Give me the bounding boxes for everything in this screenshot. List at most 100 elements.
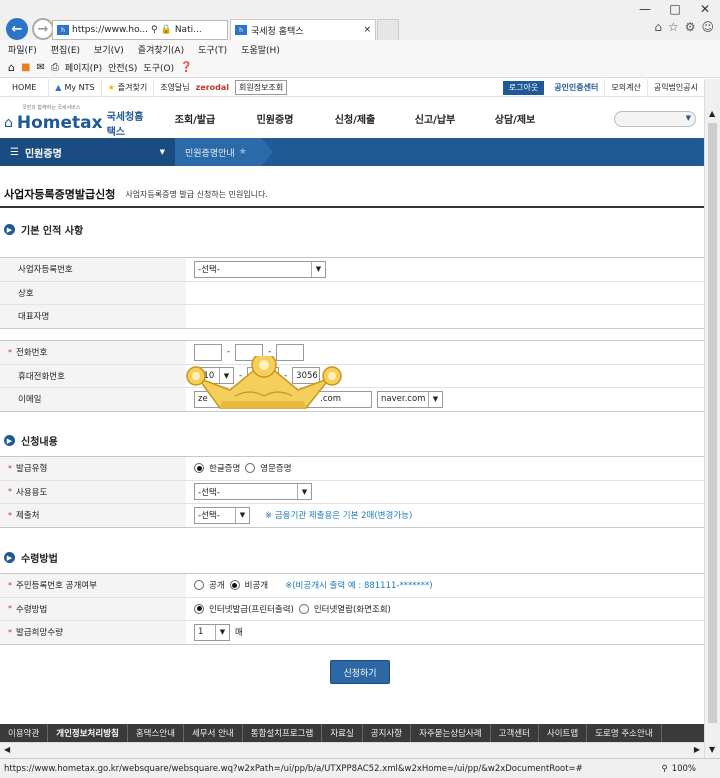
footer-notice[interactable]: 공지사항 — [363, 724, 412, 742]
gear-icon[interactable]: ⚙ — [685, 20, 696, 34]
radio-korean[interactable] — [194, 463, 204, 474]
tools-menu[interactable]: 도구(O) — [143, 61, 174, 74]
page-menu[interactable]: 페이지(P) — [65, 61, 102, 74]
receive-label: 수령방법 — [16, 604, 48, 615]
minimize-icon[interactable]: — — [630, 2, 660, 16]
mobile-last-input[interactable]: 3056 — [292, 367, 321, 385]
footer-sitemap[interactable]: 사이트맵 — [539, 724, 588, 742]
zoom-level[interactable]: 100% — [672, 764, 696, 774]
close-tab-icon[interactable]: × — [363, 25, 375, 35]
bookmark-star-icon[interactable]: ★ — [239, 147, 247, 157]
maximize-icon[interactable]: □ — [660, 2, 690, 16]
address-bar[interactable]: h https://www.ho... ⚲ 🔒 Nati... — [52, 20, 228, 40]
command-bar: ⌂ ■ ✉ ⎙ 페이지(P) 안전(S) 도구(O) ❓ — [0, 58, 720, 78]
corp-notice-link[interactable]: 공익법인공시 — [648, 79, 704, 97]
footer-install[interactable]: 통합설치프로그램 — [243, 724, 323, 742]
radio-rrn-public[interactable] — [194, 580, 204, 591]
menu-tools[interactable]: 도구(T) — [198, 43, 227, 56]
gnb-apply[interactable]: 신청/제출 — [315, 111, 395, 126]
submit-button[interactable]: 신청하기 — [330, 660, 390, 684]
tab-hometax[interactable]: h 국세청 홈택스 × — [230, 19, 376, 40]
breadcrumb[interactable]: 민원증명안내 ★ — [175, 138, 273, 166]
chevron-down-icon: ▼ — [428, 391, 442, 407]
home-cmd-icon[interactable]: ⌂ — [8, 61, 15, 74]
footer-privacy[interactable]: 개인정보처리방침 — [48, 724, 128, 742]
usage-select[interactable]: -선택- ▼ — [194, 483, 312, 501]
menu-file[interactable]: 파일(F) — [8, 43, 37, 56]
mynts-link[interactable]: ▲ My NTS — [49, 78, 102, 97]
contact-table: * 전화번호 - - 휴대전화번호 010 ▼ - - 3056 이메일 ze .… — [0, 340, 704, 412]
row-company: 상호 — [0, 281, 704, 305]
radio-internet-issue[interactable] — [194, 603, 204, 614]
logo-ko: 국세청홈택스 — [106, 112, 144, 138]
rss-icon[interactable]: ■ — [21, 62, 30, 73]
mobile-prefix-select[interactable]: 010 ▼ — [194, 367, 234, 385]
submit-to-select[interactable]: -선택- ▼ — [194, 506, 250, 524]
footer-about[interactable]: 홈택스안내 — [128, 724, 184, 742]
help-icon[interactable]: ❓ — [180, 62, 192, 73]
simulation-link[interactable]: 모의계산 — [605, 78, 648, 97]
gnb-civil[interactable]: 민원증명 — [235, 111, 315, 126]
footer-office[interactable]: 세무서 안내 — [184, 724, 243, 742]
row-receive-method: * 수령방법 인터넷발급(프린터출력) 인터넷열람(화면조회) — [0, 597, 704, 621]
safety-menu[interactable]: 안전(S) — [108, 61, 137, 74]
smiley-icon[interactable]: ☺ — [701, 20, 714, 34]
footer-address[interactable]: 도로명 주소안내 — [587, 724, 662, 742]
search-icon[interactable]: ⚲ — [151, 25, 158, 35]
home-icon[interactable]: ⌂ — [654, 20, 662, 34]
menu-view[interactable]: 보기(V) — [94, 43, 124, 56]
section-receive-title: 수령방법 — [21, 554, 58, 565]
favorites-link[interactable]: ★ 즐겨찾기 — [102, 78, 155, 97]
radio-internet-view[interactable] — [298, 603, 309, 614]
logout-button[interactable]: 로그아웃 — [502, 80, 545, 95]
dash: - — [284, 370, 288, 381]
close-window-icon[interactable]: ✕ — [690, 2, 720, 16]
mobile-mid-input[interactable] — [247, 367, 280, 385]
forward-icon[interactable]: → — [32, 18, 54, 40]
gnb-lookup[interactable]: 조회/발급 — [155, 111, 235, 126]
scroll-up-icon[interactable]: ▲ — [709, 109, 715, 118]
horizontal-scrollbar[interactable]: ◀ ▶ — [0, 742, 704, 758]
subnav-current[interactable]: ☰ 민원증명 ▼ — [0, 138, 175, 166]
phone-part3-input[interactable] — [276, 343, 305, 361]
print-icon[interactable]: ⎙ — [51, 62, 59, 73]
phone-part1-input[interactable] — [194, 343, 222, 361]
email-domain-select[interactable]: naver.com ▼ — [377, 390, 443, 408]
home-link[interactable]: HOME — [0, 78, 50, 97]
scroll-thumb[interactable] — [708, 123, 717, 723]
vertical-scrollbar[interactable]: ▲ ▼ — [704, 79, 720, 758]
required-marker: * — [8, 627, 12, 637]
email-local-input[interactable]: ze .com — [194, 390, 372, 408]
qty-select[interactable]: 1 ▼ — [194, 623, 230, 641]
search-dropdown-icon[interactable]: ▼ — [686, 114, 691, 122]
footer-cs[interactable]: 고객센터 — [491, 724, 539, 742]
menu-help[interactable]: 도움말(H) — [241, 43, 280, 56]
footer-terms[interactable]: 이용약관 — [0, 724, 49, 742]
phone-part2-input[interactable] — [235, 343, 264, 361]
scroll-left-icon[interactable]: ◀ — [4, 745, 10, 754]
user-greeting: 조영달님 zerodal 회원정보조회 — [154, 79, 293, 97]
gnb-report[interactable]: 신고/납부 — [395, 111, 475, 126]
zoom-icon[interactable]: ⚲ — [661, 764, 667, 774]
footer-faq[interactable]: 자주묻는상담사례 — [411, 724, 491, 742]
footer-archive[interactable]: 자료실 — [322, 724, 363, 742]
member-info-button[interactable]: 회원정보조회 — [235, 80, 288, 95]
biz-no-select[interactable]: -선택- ▼ — [194, 260, 326, 278]
back-icon[interactable]: ← — [6, 18, 28, 40]
menu-edit[interactable]: 편집(E) — [51, 43, 80, 56]
cert-center-link[interactable]: 공인인증센터 — [548, 78, 606, 97]
new-tab-button[interactable] — [377, 19, 399, 40]
scroll-down-icon[interactable]: ▼ — [709, 745, 715, 754]
usage-label-cell: * 사용용도 — [0, 480, 186, 503]
scroll-right-icon[interactable]: ▶ — [694, 745, 700, 754]
favorites-star-icon[interactable]: ☆ — [668, 20, 679, 34]
required-marker: * — [8, 510, 12, 520]
site-search-input[interactable]: ▼ — [614, 111, 696, 127]
radio-english[interactable] — [245, 463, 256, 474]
mail-icon[interactable]: ✉ — [36, 62, 44, 73]
radio-rrn-private[interactable] — [229, 580, 240, 591]
hometax-logo[interactable]: 국민과 함께하는 국세서비스 ⌂ Hometax 국세청홈택스 — [0, 100, 150, 138]
gnb-consult[interactable]: 상담/제보 — [475, 111, 555, 126]
company-value — [186, 282, 704, 305]
menu-favorites[interactable]: 즐겨찾기(A) — [138, 43, 184, 56]
